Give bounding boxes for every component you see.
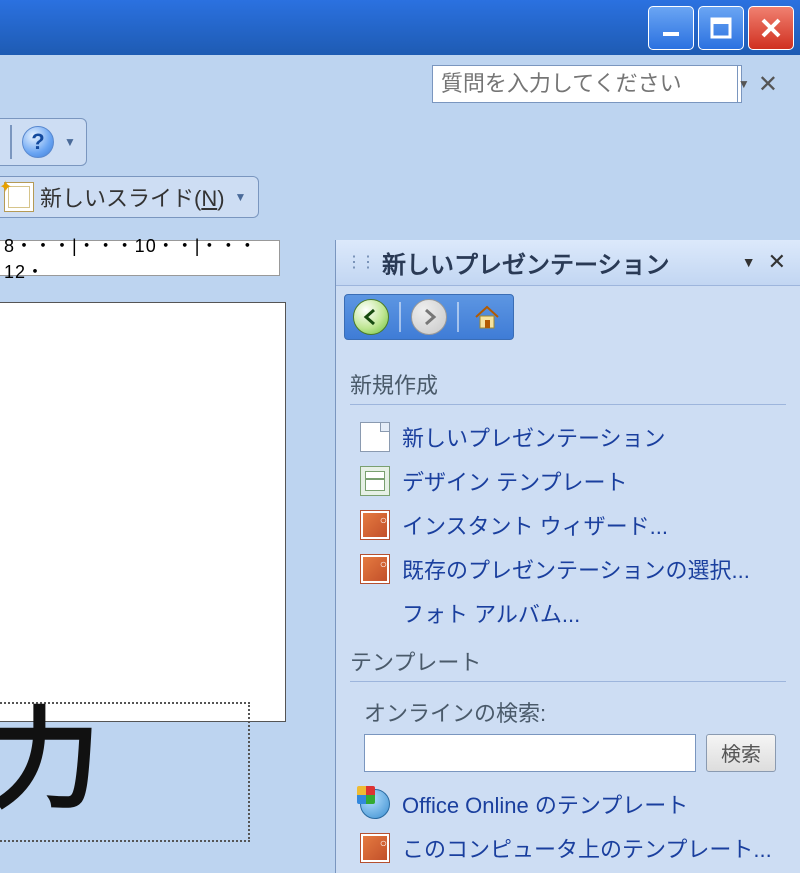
- nav-forward-button: [411, 299, 447, 335]
- page-icon: [360, 422, 390, 452]
- item-my-web[interactable]: My Web サイトのテンプレート...: [350, 870, 786, 873]
- ruler: 8・・・|・・・10・・|・・・12・: [0, 240, 280, 276]
- new-slide-options-chevron[interactable]: ▼: [231, 190, 247, 204]
- new-slide-label[interactable]: 新しいスライド(N): [40, 181, 225, 213]
- new-slide-label-key: N: [201, 186, 217, 211]
- question-close-icon[interactable]: ✕: [752, 70, 784, 99]
- toolbar-separator: [10, 125, 12, 159]
- item-design-template[interactable]: デザイン テンプレート: [350, 459, 786, 503]
- task-pane: ⋮⋮ 新しいプレゼンテーション ▼ ✕ 新規作成 新しいプレゼンテーション: [335, 240, 800, 873]
- item-label: このコンピュータ上のテンプレート...: [402, 832, 772, 864]
- new-slide-toolbar: ✦ 新しいスライド(N) ▼: [0, 176, 259, 218]
- question-box[interactable]: ▼: [432, 65, 742, 103]
- wizard-icon: [360, 510, 390, 540]
- layout-icon: [360, 466, 390, 496]
- item-new-presentation[interactable]: 新しいプレゼンテーション: [350, 415, 786, 459]
- minimize-button[interactable]: [648, 6, 694, 50]
- toolbar-options-chevron[interactable]: ▼: [60, 135, 76, 149]
- item-label: 新しいプレゼンテーション: [402, 421, 666, 453]
- item-on-computer[interactable]: このコンピュータ上のテンプレート...: [350, 826, 786, 870]
- placeholder-box[interactable]: 力: [0, 702, 250, 842]
- item-label: フォト アルバム...: [402, 597, 580, 629]
- task-pane-nav: [344, 294, 514, 340]
- task-pane-dropdown-icon[interactable]: ▼: [742, 254, 756, 270]
- presentation-icon: [360, 554, 390, 584]
- item-photo-album[interactable]: フォト アルバム...: [350, 591, 786, 635]
- task-pane-title: 新しいプレゼンテーション: [382, 245, 734, 280]
- question-row: ▼ ✕: [432, 65, 784, 103]
- item-instant-wizard[interactable]: インスタント ウィザード...: [350, 503, 786, 547]
- nav-separator: [399, 302, 401, 332]
- nav-back-button[interactable]: [353, 299, 389, 335]
- online-search-label: オンラインの検索:: [350, 692, 786, 734]
- search-row: 検索: [350, 734, 786, 782]
- computer-templates-icon: [360, 833, 390, 863]
- office-online-icon: [360, 789, 390, 819]
- task-pane-body: 新規作成 新しいプレゼンテーション デザイン テンプレート インスタント ウィザ…: [336, 348, 800, 873]
- nav-separator: [457, 302, 459, 332]
- help-icon[interactable]: ?: [22, 126, 54, 158]
- item-existing-presentation[interactable]: 既存のプレゼンテーションの選択...: [350, 547, 786, 591]
- item-label: デザイン テンプレート: [402, 465, 627, 497]
- titlebar: [0, 0, 800, 55]
- nav-home-button[interactable]: [469, 299, 505, 335]
- new-slide-icon[interactable]: ✦: [4, 182, 34, 212]
- close-button[interactable]: [748, 6, 794, 50]
- item-label: Office Online のテンプレート: [402, 788, 688, 820]
- slide-canvas[interactable]: 力: [0, 302, 286, 722]
- grip-icon[interactable]: ⋮⋮: [346, 252, 374, 272]
- new-slide-label-prefix: 新しいスライド(: [40, 186, 201, 211]
- search-button[interactable]: 検索: [706, 734, 776, 772]
- task-pane-header: ⋮⋮ 新しいプレゼンテーション ▼ ✕: [336, 240, 800, 286]
- maximize-button[interactable]: [698, 6, 744, 50]
- help-toolbar: ? ▼: [0, 118, 87, 166]
- item-label: 既存のプレゼンテーションの選択...: [402, 553, 750, 585]
- question-dropdown[interactable]: ▼: [737, 66, 750, 102]
- search-input[interactable]: [364, 734, 696, 772]
- item-label: インスタント ウィザード...: [402, 509, 668, 541]
- task-pane-close-icon[interactable]: ✕: [764, 249, 790, 275]
- section-templates: テンプレート: [350, 645, 786, 682]
- item-office-online[interactable]: Office Online のテンプレート: [350, 782, 786, 826]
- spacer-icon: [360, 598, 390, 628]
- question-input[interactable]: [433, 71, 737, 97]
- partial-text-glyph: 力: [0, 670, 100, 830]
- section-create: 新規作成: [350, 368, 786, 405]
- new-slide-label-suffix: ): [217, 186, 224, 211]
